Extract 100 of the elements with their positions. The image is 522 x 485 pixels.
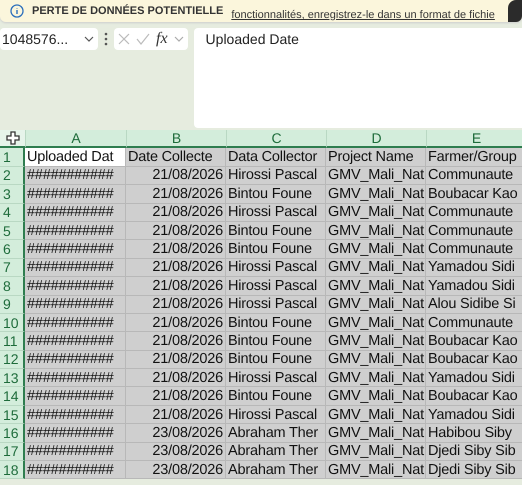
table-cell: 21/08/2026 [126, 314, 226, 332]
table-cell: ########### [25, 277, 126, 296]
table-cell: Boubacar Kao [426, 387, 522, 406]
table-cell: Djedi Siby Sib [426, 461, 522, 480]
row-header[interactable]: 4 [0, 204, 25, 222]
table-cell: Abraham Ther [226, 461, 326, 480]
select-all-button[interactable] [0, 130, 25, 148]
table-cell: GMV_Mali_Nat [326, 222, 426, 240]
table-cell: 21/08/2026 [126, 204, 226, 222]
table-cell: ########### [25, 406, 126, 424]
table-cell: Hirossi Pascal [226, 406, 326, 424]
table-cell: ########### [25, 461, 126, 480]
table-cell: 23/08/2026 [126, 461, 226, 480]
table-cell: Bintou Foune [226, 314, 326, 332]
table-cell: Communaute [426, 314, 522, 332]
row-header[interactable]: 7 [0, 258, 25, 278]
row-header[interactable]: 5 [0, 222, 25, 240]
caret-icon [84, 36, 94, 42]
table-cell: Hirossi Pascal [226, 369, 326, 388]
row-header[interactable]: 10 [0, 314, 25, 332]
row-header[interactable]: 12 [0, 350, 25, 370]
table-cell: ########### [25, 296, 126, 314]
row-header[interactable]: 9 [0, 296, 25, 314]
table-cell: Bintou Foune [226, 387, 326, 406]
table-cell: GMV_Mali_Nat [326, 277, 426, 296]
table-cell: Boubacar Kao [426, 350, 522, 370]
column-header[interactable]: D [326, 130, 426, 148]
table-cell: Hirossi Pascal [226, 166, 326, 186]
column-header[interactable]: E [426, 130, 522, 148]
table-cell: GMV_Mali_Nat [326, 240, 426, 259]
row-header[interactable]: 15 [0, 406, 25, 424]
table-cell: 21/08/2026 [126, 332, 226, 351]
formula-field[interactable]: Uploaded Date [194, 28, 522, 128]
table-cell: 21/08/2026 [126, 185, 226, 204]
table-cell: Communaute [426, 240, 522, 259]
info-icon [10, 4, 24, 18]
table-cell: ########### [25, 258, 126, 278]
table-cell: 21/08/2026 [126, 166, 226, 186]
table-cell: GMV_Mali_Nat [326, 406, 426, 424]
table-cell: ########### [25, 332, 126, 351]
row-header[interactable]: 2 [0, 166, 25, 186]
table-cell: 23/08/2026 [126, 442, 226, 462]
row-header[interactable]: 16 [0, 424, 25, 443]
table-cell: Alou Sidibe Si [426, 296, 522, 314]
table-cell: Hirossi Pascal [226, 277, 326, 296]
row-header[interactable]: 1 [0, 148, 25, 167]
table-cell: Hirossi Pascal [226, 258, 326, 278]
row-header[interactable]: 18 [0, 461, 25, 480]
table-cell: GMV_Mali_Nat [326, 461, 426, 480]
table-cell: Uploaded Dat [25, 148, 126, 167]
table-cell: Yamadou Sidi [426, 406, 522, 424]
table-cell: GMV_Mali_Nat [326, 369, 426, 388]
table-cell: ########### [25, 369, 126, 388]
table-cell: GMV_Mali_Nat [326, 442, 426, 462]
table-cell: ########### [25, 314, 126, 332]
row-header[interactable]: 6 [0, 240, 25, 259]
check-icon[interactable] [136, 33, 150, 45]
table-cell: Yamadou Sidi [426, 369, 522, 388]
table-cell: Djedi Siby Sib [426, 442, 522, 462]
name-box[interactable]: 1048576... [0, 28, 98, 50]
table-cell: ########### [25, 222, 126, 240]
row-header[interactable]: 3 [0, 185, 25, 204]
row-header[interactable]: 14 [0, 387, 25, 406]
table-cell: ########### [25, 424, 126, 443]
table-cell: ########### [25, 166, 126, 186]
table-cell: ########### [25, 204, 126, 222]
table-cell: GMV_Mali_Nat [326, 424, 426, 443]
table-cell: 21/08/2026 [126, 277, 226, 296]
table-cell: GMV_Mali_Nat [326, 314, 426, 332]
table-cell: ########### [25, 442, 126, 462]
table-cell: Yamadou Sidi [426, 277, 522, 296]
table-cell: 21/08/2026 [126, 350, 226, 370]
table-cell: GMV_Mali_Nat [326, 185, 426, 204]
table-cell: ########### [25, 387, 126, 406]
table-cell: Farmer/Group [426, 148, 522, 167]
table-cell: Bintou Foune [226, 185, 326, 204]
table-cell: Bintou Foune [226, 350, 326, 370]
table-cell: GMV_Mali_Nat [326, 204, 426, 222]
column-header[interactable]: B [126, 130, 226, 148]
table-cell: 21/08/2026 [126, 296, 226, 314]
table-cell: GMV_Mali_Nat [326, 350, 426, 370]
table-cell: Hirossi Pascal [226, 296, 326, 314]
banner-title: PERTE DE DONNÉES POTENTIELLE [32, 5, 224, 17]
more-icon[interactable] [104, 32, 108, 46]
table-cell: Bintou Foune [226, 222, 326, 240]
table-cell: GMV_Mali_Nat [326, 258, 426, 278]
banner-link[interactable]: fonctionnalités, enregistrez-le dans un format de fichie [231, 9, 495, 21]
insert-function-button[interactable]: fx [156, 30, 168, 48]
table-cell: Bintou Foune [226, 240, 326, 259]
table-cell: Hirossi Pascal [226, 204, 326, 222]
column-header[interactable]: A [25, 130, 126, 148]
table-cell: GMV_Mali_Nat [326, 296, 426, 314]
column-header[interactable]: C [226, 130, 326, 148]
row-header[interactable]: 13 [0, 369, 25, 388]
row-header[interactable]: 8 [0, 277, 25, 296]
row-header[interactable]: 17 [0, 442, 25, 462]
row-header[interactable]: 11 [0, 332, 25, 351]
table-cell: Date Collecte [126, 148, 226, 167]
table-cell: Yamadou Sidi [426, 258, 522, 278]
table-cell: Communaute [426, 222, 522, 240]
